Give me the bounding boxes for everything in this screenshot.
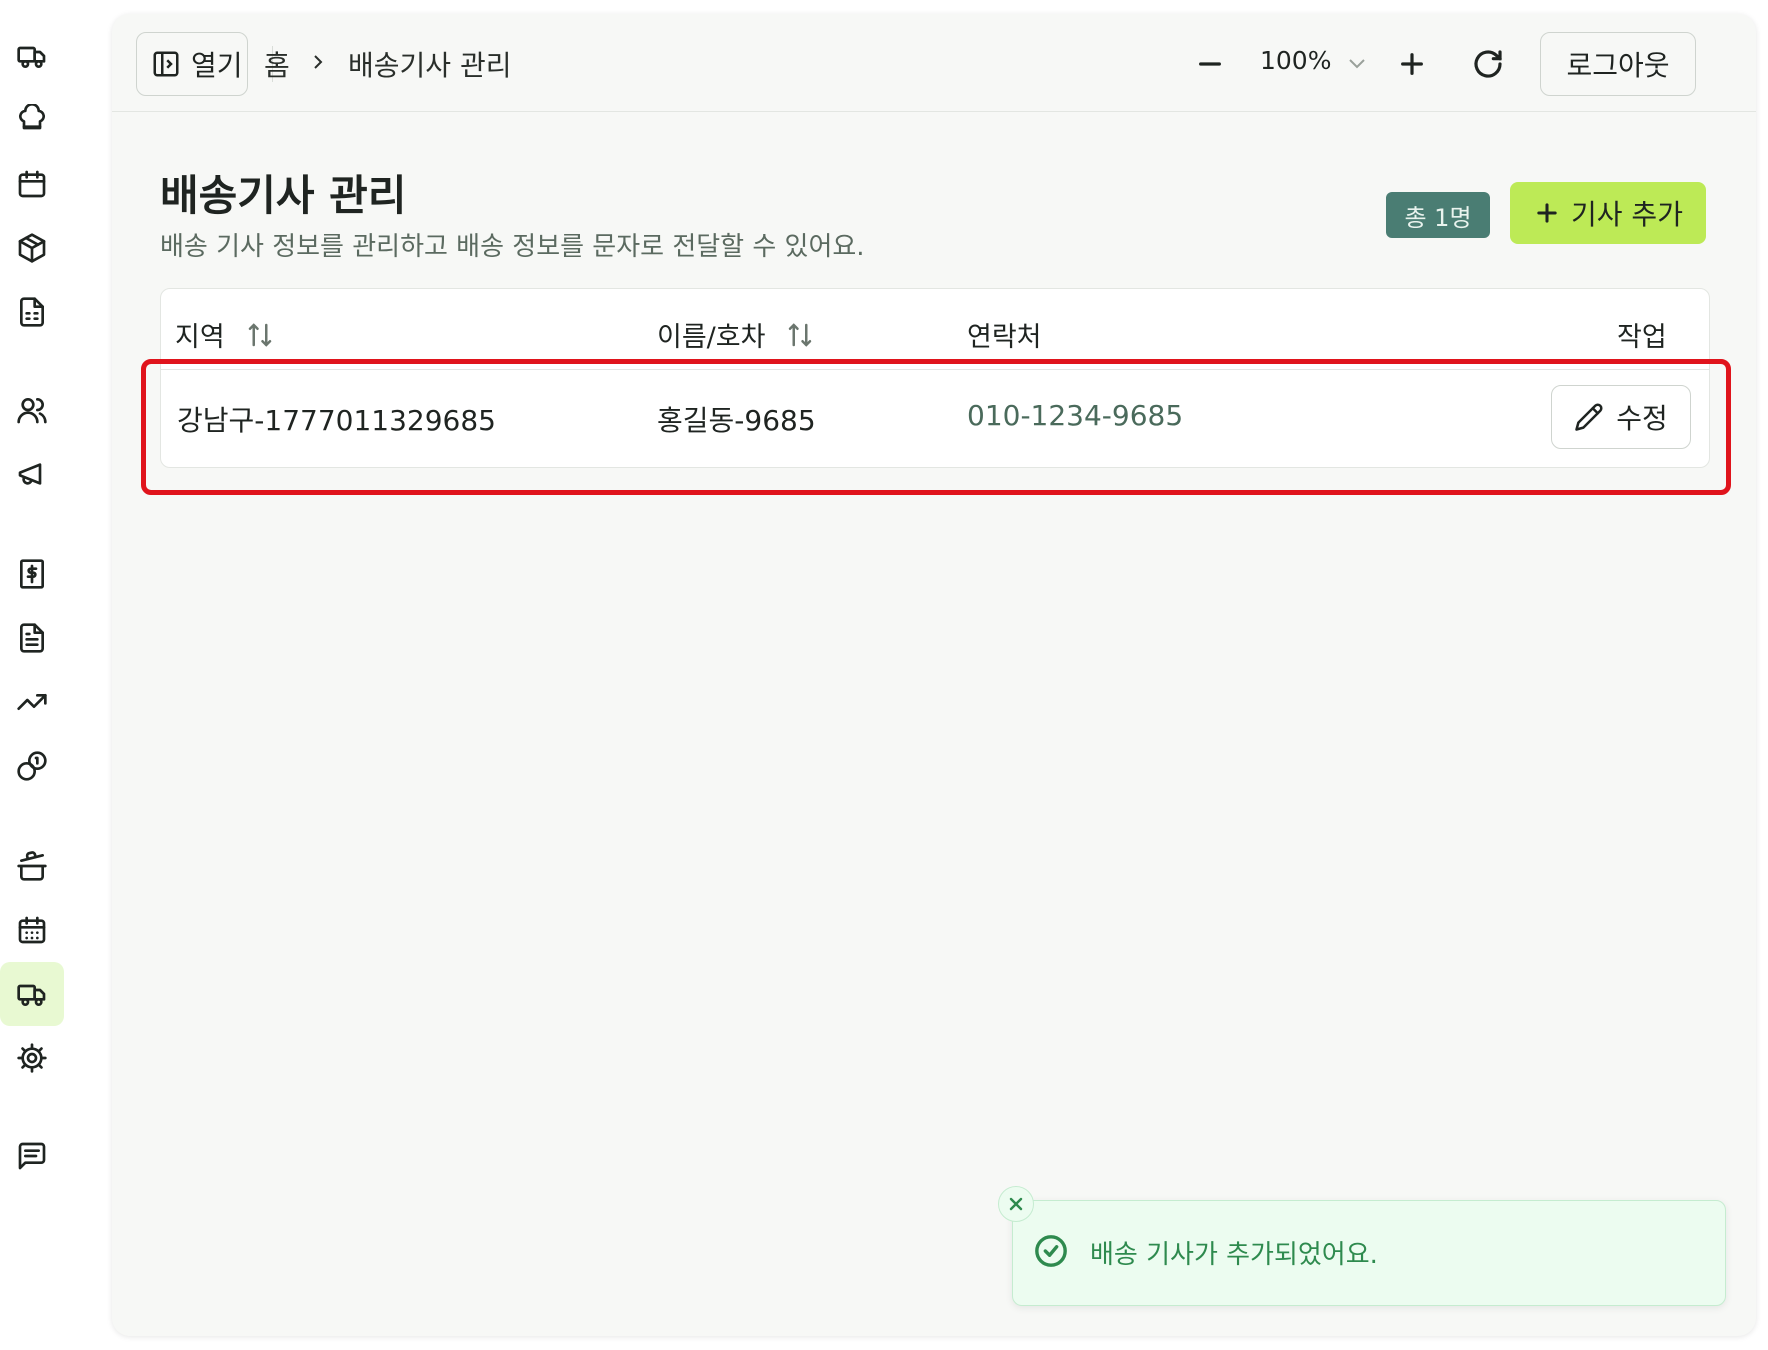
check-circle-icon [1034,1234,1068,1268]
truck-icon-active[interactable] [0,962,64,1026]
plus-icon [1401,53,1423,75]
page-title: 배송기사 관리 [160,171,407,220]
close-icon [1009,1197,1023,1211]
logout-button[interactable]: 로그아웃 [1540,32,1696,96]
plus-icon [1537,203,1557,223]
breadcrumb-current: 배송기사 관리 [348,49,512,82]
chevron-right-icon [308,50,328,74]
calendar-icon[interactable] [0,152,64,216]
column-header-phone: 연락처 [967,315,1042,354]
coins-icon[interactable] [0,734,64,798]
users-icon[interactable] [0,378,64,442]
settings-icon[interactable] [0,1026,64,1090]
column-label: 지역 [175,322,225,353]
count-badge: 총 1명 [1386,192,1490,238]
column-header-region[interactable]: 지역 [175,315,275,354]
trending-up-icon[interactable] [0,670,64,734]
column-label: 연락처 [967,322,1042,353]
sidebar [0,0,110,1350]
open-sidebar-button[interactable]: 열기 [136,32,248,96]
sort-icon[interactable] [785,320,815,350]
zoom-in-button[interactable] [1392,44,1432,84]
toast-message: 배송 기사가 추가되었어요. [1090,1240,1378,1270]
document-icon[interactable] [0,606,64,670]
spreadsheet-icon[interactable] [0,280,64,344]
toast-close-button[interactable] [998,1186,1034,1222]
breadcrumb-home[interactable]: 홈 [264,44,290,84]
column-label: 이름/호차 [657,322,766,353]
open-label: 열기 [191,49,243,82]
cooking-pot-icon[interactable] [0,834,64,898]
megaphone-icon[interactable] [0,442,64,506]
highlight-box [141,359,1731,495]
add-driver-button[interactable]: 기사 추가 [1510,182,1706,244]
minus-icon [1199,62,1221,66]
page-subtitle: 배송 기사 정보를 관리하고 배송 정보를 문자로 전달할 수 있어요. [160,232,865,262]
column-header-action: 작업 [1617,315,1667,354]
panel-open-icon [153,51,179,77]
receipt-dollar-icon[interactable] [0,542,64,606]
main-panel: 열기 홈 배송기사 관리 100% 로그아웃 배송기사 관리 배송 기사 정보를… [112,14,1756,1336]
truck-icon[interactable] [0,24,64,88]
package-icon[interactable] [0,216,64,280]
calendar-grid-icon[interactable] [0,898,64,962]
sort-icon[interactable] [245,320,275,350]
refresh-button[interactable] [1468,44,1508,84]
zoom-value[interactable]: 100% [1260,46,1331,75]
add-driver-label: 기사 추가 [1571,198,1683,231]
refresh-icon [1474,50,1502,78]
message-icon[interactable] [0,1124,64,1188]
column-label: 작업 [1617,322,1667,353]
chef-hat-icon[interactable] [0,88,64,152]
zoom-out-button[interactable] [1190,44,1230,84]
top-bar: 열기 홈 배송기사 관리 100% 로그아웃 [112,14,1756,112]
chevron-down-icon[interactable] [1344,52,1370,76]
column-header-name[interactable]: 이름/호차 [657,315,815,354]
